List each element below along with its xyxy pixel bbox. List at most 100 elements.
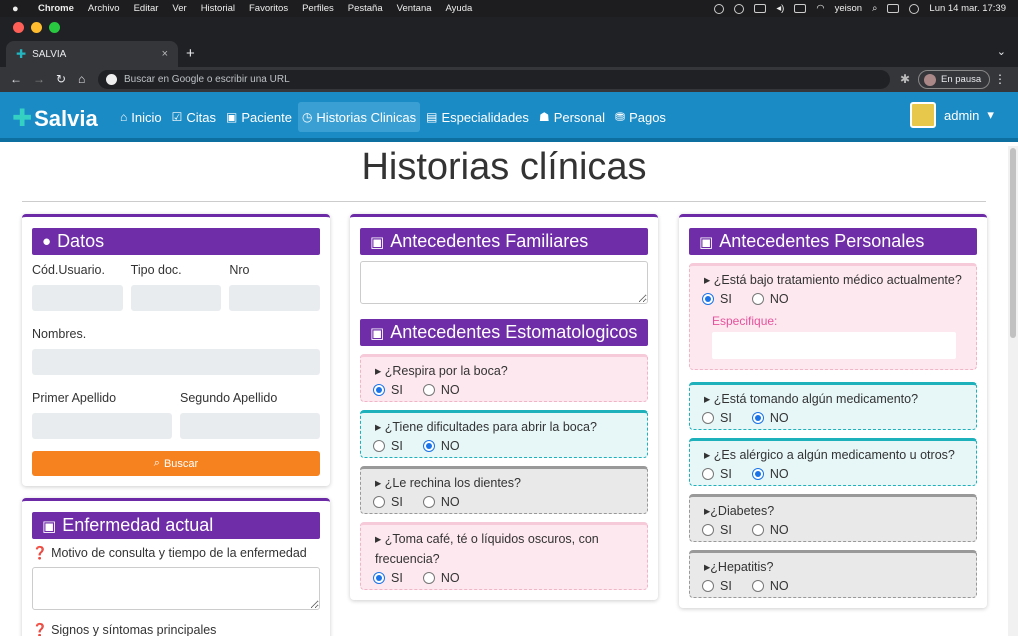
tab-close-icon[interactable]: × — [162, 48, 168, 60]
radio-no[interactable]: NO — [751, 292, 789, 306]
nav-historias-clinicas[interactable]: ◷ Historias Clinicas — [297, 102, 421, 132]
nav-citas[interactable]: ☑ Citas — [168, 102, 220, 132]
tipo-doc-input[interactable] — [130, 285, 222, 311]
radio-circle[interactable] — [422, 496, 435, 508]
brand-logo[interactable]: ✚ Salvia — [12, 104, 98, 133]
radio-si[interactable]: SI — [702, 579, 732, 593]
volume-icon[interactable]: ◂) — [776, 3, 784, 14]
radio-no[interactable]: NO — [422, 571, 460, 585]
radio-no[interactable]: NO — [751, 579, 789, 593]
radio-no[interactable]: NO — [751, 467, 789, 481]
tab-search-icon[interactable]: ⌄ — [997, 45, 1006, 58]
radio-circle[interactable] — [751, 412, 764, 424]
radio-circle[interactable] — [751, 293, 764, 305]
back-icon[interactable]: ← — [10, 72, 22, 86]
radio-circle[interactable] — [751, 468, 764, 480]
radio-no[interactable]: NO — [751, 523, 789, 537]
wifi-icon[interactable]: ◠ — [816, 3, 824, 14]
scrollbar-thumb[interactable] — [1010, 148, 1016, 338]
spotlight-icon[interactable]: ⌕ — [872, 3, 877, 14]
radio-circle[interactable] — [373, 572, 385, 584]
cod-usuario-label: Cód.Usuario. — [32, 263, 105, 277]
motivo-label: ❓ Motivo de consulta y tiempo de la enfe… — [32, 546, 320, 561]
page-scrollbar[interactable] — [1008, 146, 1018, 636]
radio-circle[interactable] — [702, 580, 714, 592]
radio-si[interactable]: SI — [373, 439, 403, 453]
radio-no[interactable]: NO — [422, 383, 460, 397]
home-icon[interactable]: ⌂ — [78, 72, 85, 86]
primer-apellido-input[interactable] — [32, 413, 172, 439]
close-window-icon[interactable] — [13, 22, 24, 33]
menu-user[interactable]: yeison — [835, 3, 862, 14]
radio-circle[interactable] — [702, 524, 714, 536]
radio-circle[interactable] — [702, 293, 714, 305]
address-bar[interactable]: Buscar en Google o escribir una URL — [98, 70, 890, 89]
nav-pagos[interactable]: ⛃ Pagos — [611, 102, 670, 132]
question-rechina: ▸ ¿Le rechina los dientes? SI NO — [360, 466, 648, 514]
nro-input[interactable] — [229, 285, 321, 311]
nav-especialidades[interactable]: ▤ Especialidades — [422, 102, 533, 132]
radio-circle[interactable] — [702, 468, 714, 480]
menu-chrome[interactable]: Chrome — [38, 3, 74, 14]
question-label: ¿Toma café, té o líquidos oscuros, con f… — [375, 532, 599, 566]
radio-circle[interactable] — [702, 412, 714, 424]
menu-archivo[interactable]: Archivo — [88, 3, 120, 14]
record-icon[interactable] — [714, 3, 725, 14]
radio-si[interactable]: SI — [373, 495, 403, 509]
menu-editar[interactable]: Editar — [134, 3, 159, 14]
tipo-doc-label: Tipo doc. — [130, 263, 182, 277]
screen-icon[interactable] — [754, 4, 767, 13]
buscar-button[interactable]: ⌕ Buscar — [32, 451, 320, 476]
new-tab-button[interactable]: + — [186, 45, 195, 62]
browser-menu-icon[interactable]: ⋮ — [994, 72, 1006, 86]
radio-si[interactable]: SI — [373, 383, 403, 397]
play-icon[interactable] — [734, 3, 745, 14]
cod-usuario-input[interactable] — [32, 285, 123, 311]
menu-perfiles[interactable]: Perfiles — [302, 3, 334, 14]
user-menu[interactable]: admin ▾ — [910, 102, 994, 128]
menu-historial[interactable]: Historial — [201, 3, 235, 14]
radio-no[interactable]: NO — [422, 439, 460, 453]
radio-si[interactable]: SI — [702, 292, 732, 306]
extensions-icon[interactable]: ✱ — [900, 72, 910, 86]
question-abrir-boca: ▸ ¿Tiene dificultades para abrir la boca… — [360, 410, 648, 458]
nav-personal[interactable]: ☗ Personal — [535, 102, 609, 132]
motivo-textarea[interactable] — [32, 567, 320, 610]
radio-no[interactable]: NO — [751, 411, 789, 425]
radio-circle[interactable] — [422, 440, 435, 452]
radio-circle[interactable] — [751, 580, 764, 592]
tab-salvia[interactable]: ✚ SALVIA × — [6, 41, 178, 67]
familiares-textarea[interactable] — [360, 261, 648, 304]
nombres-input[interactable] — [32, 349, 320, 375]
radio-si[interactable]: SI — [702, 411, 732, 425]
radio-si[interactable]: SI — [702, 467, 732, 481]
especifique-input[interactable] — [712, 332, 956, 359]
minimize-window-icon[interactable] — [31, 22, 42, 33]
reload-icon[interactable]: ↻ — [56, 72, 66, 86]
menu-ayuda[interactable]: Ayuda — [446, 3, 473, 14]
zoom-window-icon[interactable] — [49, 22, 60, 33]
radio-circle[interactable] — [751, 524, 764, 536]
segundo-apellido-input[interactable] — [180, 413, 320, 439]
nav-inicio[interactable]: ⌂ Inicio — [116, 102, 166, 132]
menu-ventana[interactable]: Ventana — [397, 3, 432, 14]
clock[interactable]: Lun 14 mar. 17:39 — [929, 3, 1006, 14]
radio-circle[interactable] — [373, 440, 385, 452]
nav-paciente[interactable]: ▣ Paciente — [222, 102, 296, 132]
menu-ver[interactable]: Ver — [172, 3, 186, 14]
apple-icon[interactable]: ● — [12, 3, 24, 15]
radio-si[interactable]: SI — [373, 571, 403, 585]
radio-circle[interactable] — [422, 384, 435, 396]
forward-icon[interactable]: → — [33, 72, 45, 86]
profile-button[interactable]: En pausa — [918, 70, 990, 89]
menu-pestana[interactable]: Pestaña — [348, 3, 383, 14]
radio-no[interactable]: NO — [422, 495, 460, 509]
radio-si[interactable]: SI — [702, 523, 732, 537]
radio-circle[interactable] — [373, 384, 385, 396]
siri-icon[interactable] — [909, 3, 920, 14]
menu-favoritos[interactable]: Favoritos — [249, 3, 288, 14]
control-center-icon[interactable] — [887, 4, 900, 13]
radio-circle[interactable] — [422, 572, 435, 584]
radio-circle[interactable] — [373, 496, 385, 508]
battery-icon[interactable] — [794, 4, 807, 13]
